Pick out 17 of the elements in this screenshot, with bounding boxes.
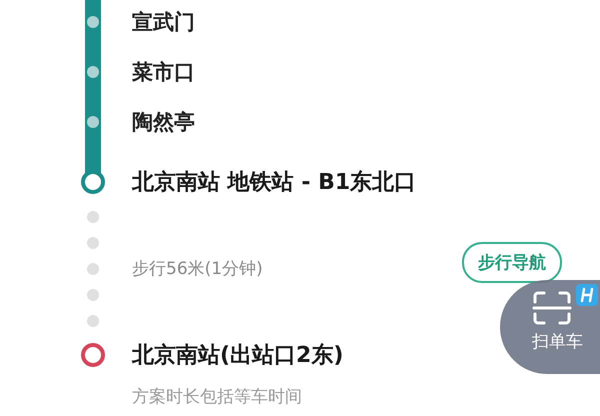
destination-name: 北京南站(出站口2东) (132, 342, 344, 370)
walk-dot (87, 262, 99, 274)
walk-dot (87, 288, 99, 300)
note-text: 方案时长包括等车时间 (132, 386, 302, 408)
walk-dot (87, 236, 99, 248)
stop-name: 菜市口 (132, 59, 195, 86)
h-logo-icon (576, 284, 598, 306)
walk-dot (87, 210, 99, 222)
destination-ring (81, 343, 105, 367)
walk-navigation-button[interactable]: 步行导航 (462, 242, 562, 283)
scan-bike-button[interactable]: 扫单车 (500, 280, 600, 374)
station-name: 北京南站 地铁站 - B1东北口 (132, 168, 416, 196)
walk-info: 步行56米(1分钟) (132, 258, 264, 280)
stop-name: 宣武门 (132, 9, 195, 36)
walk-dot (87, 314, 99, 326)
stop-name: 陶然亭 (132, 109, 195, 136)
scan-icon (532, 290, 572, 326)
